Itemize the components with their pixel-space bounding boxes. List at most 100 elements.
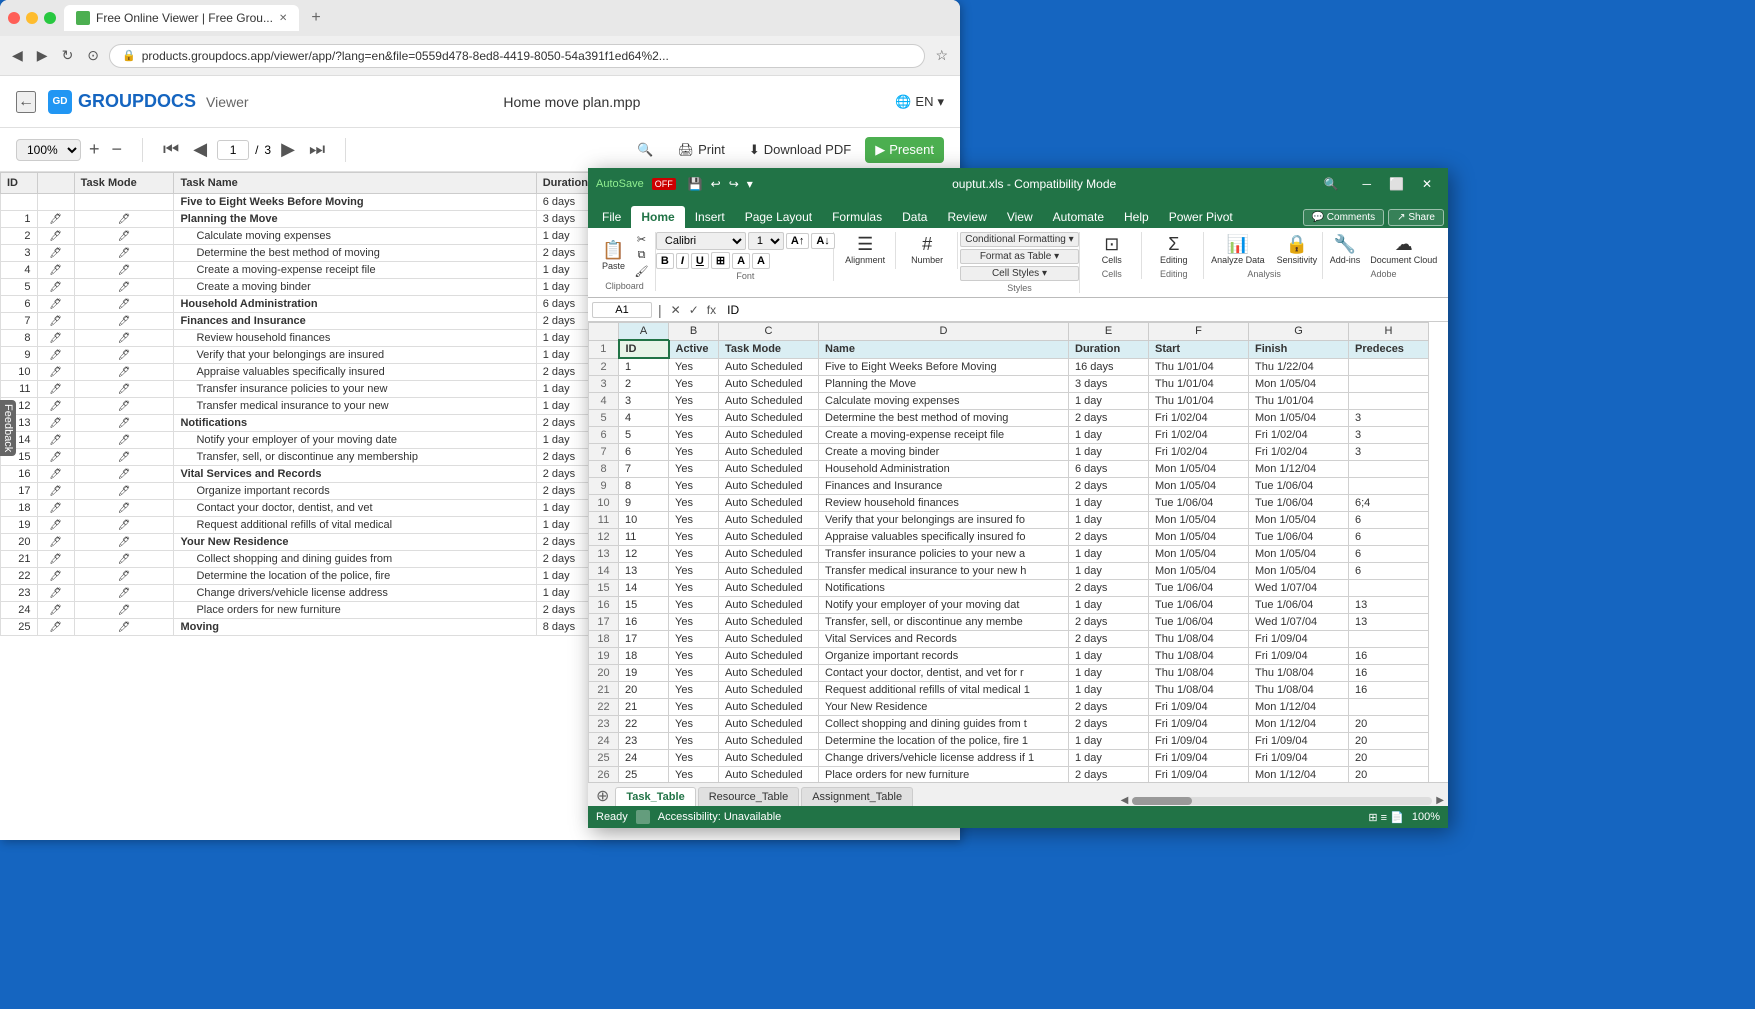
col-header-C[interactable]: C — [719, 323, 819, 341]
download-pdf-button[interactable]: ⬇ Download PDF — [739, 137, 861, 163]
cell-A[interactable]: 13 — [619, 563, 669, 580]
cell-F[interactable]: Mon 1/05/04 — [1149, 529, 1249, 546]
cell-B[interactable]: Yes — [669, 597, 719, 614]
cell-D[interactable]: Create a moving binder — [819, 444, 1069, 461]
cell-F[interactable]: Mon 1/05/04 — [1149, 563, 1249, 580]
cell-C[interactable]: Task Mode — [719, 340, 819, 358]
cell-D[interactable]: Contact your doctor, dentist, and vet fo… — [819, 665, 1069, 682]
cell-F[interactable]: Thu 1/08/04 — [1149, 648, 1249, 665]
cell-G[interactable]: Fri 1/02/04 — [1249, 427, 1349, 444]
cancel-formula-button[interactable]: ✕ — [668, 303, 684, 317]
cell-H[interactable] — [1349, 393, 1429, 410]
cell-E[interactable]: 1 day — [1069, 393, 1149, 410]
cell-G[interactable]: Wed 1/07/04 — [1249, 580, 1349, 597]
cell-B[interactable]: Yes — [669, 563, 719, 580]
cell-C[interactable]: Auto Scheduled — [719, 682, 819, 699]
cell-reference-box[interactable] — [592, 302, 652, 318]
cell-G[interactable]: Fri 1/09/04 — [1249, 750, 1349, 767]
cell-H[interactable]: 20 — [1349, 767, 1429, 783]
scroll-left-button[interactable]: ◀ — [1121, 795, 1129, 806]
cell-H[interactable] — [1349, 699, 1429, 716]
cell-H[interactable]: Predeces — [1349, 340, 1429, 358]
cell-E[interactable]: Duration — [1069, 340, 1149, 358]
cell-G[interactable]: Fri 1/09/04 — [1249, 733, 1349, 750]
maximize-dot[interactable] — [44, 12, 56, 24]
share-button[interactable]: ↗ Share — [1388, 209, 1444, 226]
cell-D[interactable]: Vital Services and Records — [819, 631, 1069, 648]
page-number-input[interactable] — [217, 140, 249, 160]
scroll-right-button[interactable]: ▶ — [1436, 795, 1444, 806]
tab-close-btn[interactable]: ✕ — [279, 13, 287, 24]
cell-B[interactable]: Yes — [669, 495, 719, 512]
formula-input[interactable] — [723, 303, 1444, 317]
cell-E[interactable]: 1 day — [1069, 563, 1149, 580]
cell-B[interactable]: Yes — [669, 682, 719, 699]
cell-A[interactable]: ID — [619, 340, 669, 358]
cell-A[interactable]: 11 — [619, 529, 669, 546]
font-name-select[interactable]: Calibri — [656, 232, 746, 250]
present-button[interactable]: ▶ Present — [865, 137, 944, 163]
cell-C[interactable]: Auto Scheduled — [719, 529, 819, 546]
fill-color-button[interactable]: A — [732, 253, 750, 269]
cell-F[interactable]: Fri 1/09/04 — [1149, 767, 1249, 783]
tab-page-layout[interactable]: Page Layout — [735, 206, 822, 228]
address-bar[interactable]: 🔒 products.groupdocs.app/viewer/app/?lan… — [109, 44, 925, 68]
cell-H[interactable] — [1349, 631, 1429, 648]
browser-tab[interactable]: Free Online Viewer | Free Grou... ✕ — [64, 5, 299, 31]
cell-G[interactable]: Tue 1/06/04 — [1249, 529, 1349, 546]
cell-A[interactable]: 19 — [619, 665, 669, 682]
cell-E[interactable]: 2 days — [1069, 614, 1149, 631]
cell-A[interactable]: 14 — [619, 580, 669, 597]
cell-F[interactable]: Tue 1/06/04 — [1149, 614, 1249, 631]
nav-forward-button[interactable]: ▶ — [33, 45, 52, 66]
cell-F[interactable]: Fri 1/02/04 — [1149, 444, 1249, 461]
cell-C[interactable]: Auto Scheduled — [719, 631, 819, 648]
cell-G[interactable]: Mon 1/12/04 — [1249, 767, 1349, 783]
cell-F[interactable]: Fri 1/09/04 — [1149, 716, 1249, 733]
cell-D[interactable]: Organize important records — [819, 648, 1069, 665]
cell-A[interactable]: 4 — [619, 410, 669, 427]
cell-D[interactable]: Review household finances — [819, 495, 1069, 512]
add-ins-button[interactable]: 🔧 Add-ins — [1326, 232, 1365, 267]
cell-E[interactable]: 2 days — [1069, 580, 1149, 597]
excel-minimize-button[interactable]: ─ — [1354, 175, 1379, 193]
search-button[interactable]: 🔍 — [627, 137, 663, 163]
col-header-H[interactable]: H — [1349, 323, 1429, 341]
italic-button[interactable]: I — [676, 253, 689, 269]
tab-help[interactable]: Help — [1114, 206, 1159, 228]
col-header-G[interactable]: G — [1249, 323, 1349, 341]
cell-G[interactable]: Tue 1/06/04 — [1249, 597, 1349, 614]
cell-G[interactable]: Fri 1/09/04 — [1249, 648, 1349, 665]
tab-review[interactable]: Review — [937, 206, 996, 228]
cell-G[interactable]: Finish — [1249, 340, 1349, 358]
cell-F[interactable]: Thu 1/01/04 — [1149, 393, 1249, 410]
excel-search-button[interactable]: 🔍 — [1316, 175, 1347, 193]
decrease-font-button[interactable]: A↓ — [811, 233, 834, 249]
cell-C[interactable]: Auto Scheduled — [719, 750, 819, 767]
cell-D[interactable]: Collect shopping and dining guides from … — [819, 716, 1069, 733]
cell-E[interactable]: 1 day — [1069, 444, 1149, 461]
tab-home[interactable]: Home — [631, 206, 684, 228]
cell-A[interactable]: 2 — [619, 376, 669, 393]
cell-C[interactable]: Auto Scheduled — [719, 716, 819, 733]
cell-B[interactable]: Yes — [669, 444, 719, 461]
tab-view[interactable]: View — [997, 206, 1043, 228]
cell-G[interactable]: Mon 1/12/04 — [1249, 716, 1349, 733]
cell-C[interactable]: Auto Scheduled — [719, 580, 819, 597]
cell-F[interactable]: Tue 1/06/04 — [1149, 580, 1249, 597]
cell-A[interactable]: 6 — [619, 444, 669, 461]
cell-C[interactable]: Auto Scheduled — [719, 597, 819, 614]
cell-H[interactable]: 16 — [1349, 682, 1429, 699]
cell-H[interactable]: 6 — [1349, 512, 1429, 529]
cell-D[interactable]: Planning the Move — [819, 376, 1069, 393]
cell-E[interactable]: 1 day — [1069, 665, 1149, 682]
last-page-button[interactable]: ⏭ — [305, 137, 329, 162]
cell-B[interactable]: Yes — [669, 767, 719, 783]
cell-D[interactable]: Transfer insurance policies to your new … — [819, 546, 1069, 563]
cell-B[interactable]: Active — [669, 340, 719, 358]
cell-D[interactable]: Place orders for new furniture — [819, 767, 1069, 783]
cell-C[interactable]: Auto Scheduled — [719, 648, 819, 665]
cell-F[interactable]: Mon 1/05/04 — [1149, 461, 1249, 478]
cell-A[interactable]: 7 — [619, 461, 669, 478]
excel-grid-container[interactable]: A B C D E F G H 1 ID Active Task Mode Na… — [588, 322, 1448, 782]
